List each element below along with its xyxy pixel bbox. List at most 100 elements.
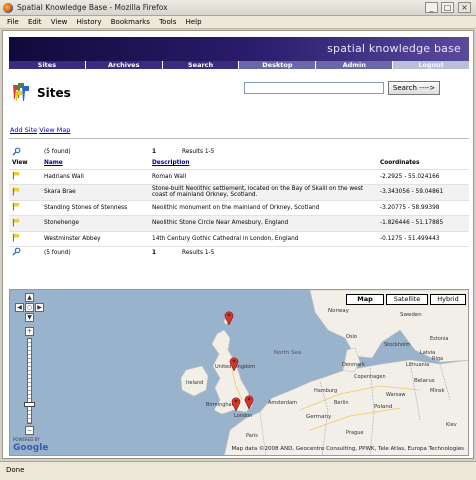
label-minsk: Minsk: [430, 388, 445, 394]
sites-pins-icon: [13, 83, 29, 101]
minimize-button[interactable]: _: [425, 2, 438, 13]
flag-icon[interactable]: [12, 171, 21, 180]
maximize-button[interactable]: □: [441, 2, 454, 13]
nav-desktop[interactable]: Desktop: [239, 61, 317, 69]
table-header-row: View Name Description Coordinates: [9, 158, 469, 169]
site-brand: spatial knowledge base: [327, 42, 461, 55]
page-number[interactable]: 1: [152, 149, 156, 155]
google-logo[interactable]: Google: [13, 443, 48, 453]
label-norway: Norway: [328, 308, 349, 314]
window-titlebar: Spatial Knowledge Base - Mozilla Firefox…: [0, 0, 476, 16]
label-ireland: Ireland: [186, 380, 204, 386]
label-amsterdam: Amsterdam: [268, 400, 298, 406]
pan-center-icon[interactable]: ○: [25, 303, 34, 312]
col-name-sort[interactable]: Name: [44, 160, 63, 166]
flag-icon[interactable]: [12, 218, 21, 227]
label-prague: Prague: [346, 430, 364, 436]
label-belarus: Belarus: [414, 378, 435, 384]
map-view[interactable]: United Kingdom Ireland Birmingham London…: [9, 289, 469, 456]
label-london: London: [234, 413, 253, 419]
pager-bottom: (5 found) 1 Results 1-5: [9, 247, 469, 259]
menu-bar: File Edit View History Bookmarks Tools H…: [0, 16, 476, 29]
pan-right-icon[interactable]: ▶: [35, 303, 44, 312]
map-type-satellite[interactable]: Satellite: [386, 294, 428, 305]
map-type-map[interactable]: Map: [346, 294, 384, 305]
label-warsaw: Warsaw: [386, 392, 406, 398]
map-type-hybrid[interactable]: Hybrid: [430, 294, 466, 305]
window-title: Spatial Knowledge Base - Mozilla Firefox: [17, 3, 168, 12]
col-coordinates: Coordinates: [380, 160, 420, 167]
flag-icon[interactable]: [12, 202, 21, 211]
nav-sites[interactable]: Sites: [9, 61, 86, 69]
map-marker-westminster-abbey[interactable]: [244, 394, 254, 409]
page-number[interactable]: 1: [152, 250, 156, 256]
site-description: Stone-built Neolithic settlement, locate…: [149, 184, 377, 200]
zoom-in-icon[interactable]: +: [25, 327, 34, 336]
pan-down-icon[interactable]: ▼: [25, 313, 34, 322]
magnifier-icon[interactable]: [12, 247, 21, 256]
menu-help[interactable]: Help: [186, 16, 202, 29]
view-map-link[interactable]: View Map: [39, 126, 70, 134]
zoom-out-icon[interactable]: −: [25, 426, 34, 435]
label-poland: Poland: [374, 404, 393, 410]
table-row: Westminster Abbey 14th Century Gothic Ca…: [9, 230, 469, 247]
menu-history[interactable]: History: [77, 16, 102, 29]
page-content: spatial knowledge base Sites Archives Se…: [2, 30, 474, 459]
menu-tools[interactable]: Tools: [159, 16, 176, 29]
menu-edit[interactable]: Edit: [28, 16, 42, 29]
menu-file[interactable]: File: [7, 16, 19, 29]
col-description-sort[interactable]: Description: [152, 160, 190, 166]
site-name: Skara Brae: [41, 184, 149, 200]
add-site-link[interactable]: Add Site: [10, 126, 37, 134]
nav-admin[interactable]: Admin: [316, 61, 394, 69]
label-stockholm: Stockholm: [384, 342, 411, 348]
menu-bookmarks[interactable]: Bookmarks: [111, 16, 150, 29]
firefox-icon: [3, 3, 13, 13]
label-riga: Riga: [432, 356, 444, 362]
status-bar: Done: [0, 461, 476, 480]
pan-left-icon[interactable]: ◀: [15, 303, 24, 312]
flag-icon[interactable]: [12, 233, 21, 242]
magnifier-icon[interactable]: [12, 147, 21, 156]
nav-archives[interactable]: Archives: [85, 61, 163, 69]
results-range: Results 1-5: [182, 149, 215, 155]
table-row: Hadrians Wall Roman Wall -2.2925 - 55.02…: [9, 168, 469, 185]
results-range: Results 1-5: [182, 249, 215, 256]
site-description: 14th Century Gothic Cathedral in London,…: [149, 230, 377, 247]
pan-up-icon[interactable]: ▲: [25, 293, 34, 302]
label-denmark: Denmark: [342, 362, 365, 368]
site-coordinates: -3.20775 - 58.99398: [377, 199, 469, 216]
found-count: (5 found): [44, 249, 71, 256]
found-count: (5 found): [44, 149, 71, 155]
close-button[interactable]: ×: [458, 2, 471, 13]
site-name: Stonehenge: [41, 215, 149, 231]
label-hamburg: Hamburg: [314, 388, 338, 394]
site-coordinates: -1.826446 - 51.17885: [377, 215, 469, 231]
site-name: Hadrians Wall: [41, 168, 149, 185]
search-button[interactable]: Search ---->: [388, 81, 440, 95]
label-lithuania: Lithuania: [406, 362, 430, 368]
zoom-slider-handle[interactable]: [24, 402, 35, 407]
sites-table: (5 found) 1 Results 1-5 View Name Descrip…: [9, 146, 469, 259]
nav-search[interactable]: Search: [162, 61, 240, 69]
label-paris: Paris: [246, 433, 258, 439]
map-marker-hadrians-wall[interactable]: [229, 356, 239, 371]
site-description: Neolithic monument on the mainland of Or…: [149, 199, 377, 216]
map-marker-skara-brae[interactable]: [224, 310, 234, 325]
menu-view[interactable]: View: [51, 16, 68, 29]
zoom-slider-track[interactable]: [27, 338, 32, 424]
label-sweden: Sweden: [400, 312, 422, 318]
search-input[interactable]: [244, 82, 384, 94]
site-name: Westminster Abbey: [41, 230, 149, 247]
map-copyright: Map data ©2008 AND, Geocentre Consulting…: [231, 446, 464, 452]
nav-logout[interactable]: Logout: [393, 61, 469, 69]
site-coordinates: -2.2925 - 55.024166: [377, 168, 469, 185]
site-name: Standing Stones of Stenness: [41, 199, 149, 216]
map-marker-stonehenge[interactable]: [231, 396, 241, 411]
page-title: Sites: [37, 86, 71, 100]
table-row: Stonehenge Neolithic Stone Circle Near A…: [9, 215, 469, 231]
site-coordinates: -0.1275 - 51.499443: [377, 230, 469, 247]
label-berlin: Berlin: [334, 400, 349, 406]
powered-by-text: POWERED BY: [13, 437, 40, 442]
flag-icon[interactable]: [12, 187, 21, 196]
